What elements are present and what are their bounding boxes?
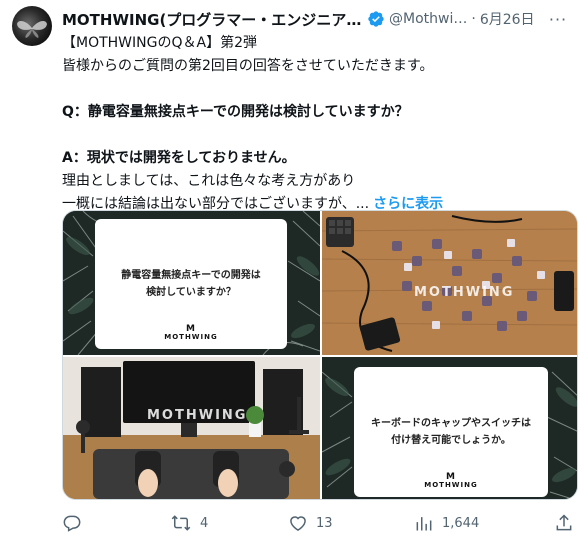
views-count: 1,644 [442, 515, 480, 531]
retweet-count: 4 [200, 515, 209, 531]
action-bar: 4 13 1,644 [62, 512, 578, 534]
share-icon [556, 514, 572, 531]
post-date[interactable]: 6月26日 [480, 9, 535, 29]
desk-photo [63, 357, 320, 499]
avatar[interactable] [12, 6, 52, 46]
like-count: 13 [316, 515, 333, 531]
tweet-answer: A：現状では開発をしておりません。 [62, 150, 296, 166]
mothwing-card-logo: M MOTHWING [164, 324, 218, 342]
verified-badge-icon [368, 11, 384, 27]
question-card: 静電容量無接点キーでの開発は 検討していますか？ M MOTHWING [95, 219, 287, 349]
media-image-2[interactable]: MOTHWING [322, 211, 577, 355]
reply-icon [63, 515, 81, 532]
tweet-question: Q：静電容量無接点キーでの開発は検討していますか？ [62, 104, 409, 120]
analytics-icon [416, 517, 432, 531]
media-image-4[interactable]: キーボードのキャップやスイッチは 付け替え可能でしょうか。 M MOTHWING [322, 357, 577, 499]
retweet-button[interactable]: 4 [170, 512, 208, 534]
views-button[interactable]: 1,644 [414, 512, 479, 534]
more-options-icon[interactable]: ··· [548, 8, 568, 30]
media-image-3[interactable]: MOTHWING [63, 357, 320, 499]
retweet-icon [171, 515, 191, 531]
mothwing-watermark: MOTHWING [414, 285, 515, 300]
question-card-text: 静電容量無接点キーでの開発は 検討していますか？ [121, 270, 261, 298]
heart-icon [290, 516, 306, 531]
separator-dot: · [471, 11, 476, 27]
handle[interactable]: @Mothwi… [389, 11, 467, 27]
mothwing-card-logo: M MOTHWING [424, 472, 478, 490]
like-button[interactable]: 13 [288, 512, 333, 534]
question-card: キーボードのキャップやスイッチは 付け替え可能でしょうか。 M MOTHWING [354, 367, 548, 497]
media-image-1[interactable]: 静電容量無接点キーでの開発は 検討していますか？ M MOTHWING [63, 211, 320, 355]
mothwing-logo-icon [17, 20, 47, 38]
tweet-line: 【MOTHWINGのQ＆A】第2弾 [62, 35, 257, 51]
reply-button[interactable] [62, 512, 90, 534]
share-button[interactable] [554, 512, 574, 534]
tweet-line: 理由としましては、これは色々な考え方があり [62, 173, 356, 189]
switches-photo [322, 211, 577, 355]
tweet-line: 皆様からのご質問の第2回目の回答をさせていただきます。 [62, 58, 434, 74]
question-card-text: キーボードのキャップやスイッチは 付け替え可能でしょうか。 [371, 418, 531, 446]
mothwing-watermark: MOTHWING [147, 408, 248, 423]
media-grid: 静電容量無接点キーでの開発は 検討していますか？ M MOTHWING MOTH… [62, 210, 578, 500]
display-name[interactable]: MOTHWING(プログラマー・エンジニア向… [62, 9, 364, 30]
tweet-header: MOTHWING(プログラマー・エンジニア向… @Mothwi… · 6月26日… [62, 8, 572, 30]
tweet-text: 【MOTHWINGのQ＆A】第2弾 皆様からのご質問の第2回目の回答をさせていた… [62, 32, 570, 216]
